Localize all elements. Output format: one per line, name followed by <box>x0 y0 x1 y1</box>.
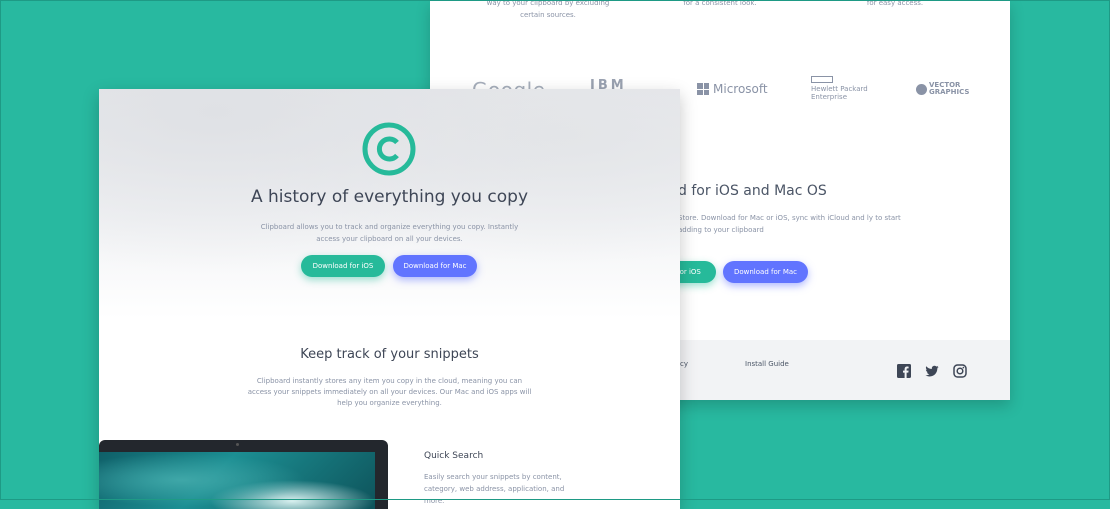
cta-heading: d for iOS and Mac OS <box>678 183 827 199</box>
cta-text: Store. Download for Mac or iOS, sync wit… <box>678 214 901 234</box>
snippets-section-title: Keep track of your snippets <box>300 347 479 362</box>
copyright-logo-icon <box>362 122 416 176</box>
hero-subtitle: Clipboard allows you to track and organi… <box>260 223 519 243</box>
hero-download-mac-button[interactable]: Download for Mac <box>393 255 477 277</box>
vector-logo-line2: GRAPHICS <box>929 88 970 96</box>
laptop-screen-ocean-image <box>99 452 375 509</box>
microsoft-logo: Microsoft <box>697 82 768 96</box>
laptop-camera <box>236 443 239 446</box>
laptop-image <box>99 440 388 509</box>
vector-graphics-logo: VECTOR GRAPHICS <box>916 82 969 96</box>
quick-search-text: Easily search your snippets by content, … <box>424 473 565 505</box>
vector-circle-icon <box>916 83 927 95</box>
feature-text-2: for a consistent look. <box>683 0 757 7</box>
hp-bar-icon <box>811 76 833 83</box>
front-page-preview: A history of everything you copy Clipboa… <box>99 89 680 509</box>
hp-logo: Hewlett Packard Enterprise <box>811 76 868 101</box>
hero-download-ios-button[interactable]: Download for iOS <box>301 255 385 277</box>
hp-logo-line2: Enterprise <box>811 93 848 101</box>
snippets-section-text: Clipboard instantly stores any item you … <box>247 377 532 407</box>
hp-logo-line1: Hewlett Packard <box>811 85 868 93</box>
twitter-icon[interactable] <box>925 364 939 378</box>
footer-link-privacy[interactable]: cy <box>680 360 688 368</box>
facebook-icon[interactable] <box>897 364 911 378</box>
footer-link-install-guide[interactable]: Install Guide <box>745 360 789 368</box>
microsoft-logo-text: Microsoft <box>713 82 768 96</box>
instagram-icon[interactable] <box>953 364 967 378</box>
microsoft-grid-icon <box>697 83 709 95</box>
quick-search-title: Quick Search <box>424 451 484 461</box>
cta-download-mac-button[interactable]: Download for Mac <box>723 261 808 283</box>
feature-text-1: way to your clipboard by excluding certa… <box>486 0 610 19</box>
hero-title: A history of everything you copy <box>250 187 529 207</box>
feature-text-3: for easy access. <box>866 0 924 7</box>
